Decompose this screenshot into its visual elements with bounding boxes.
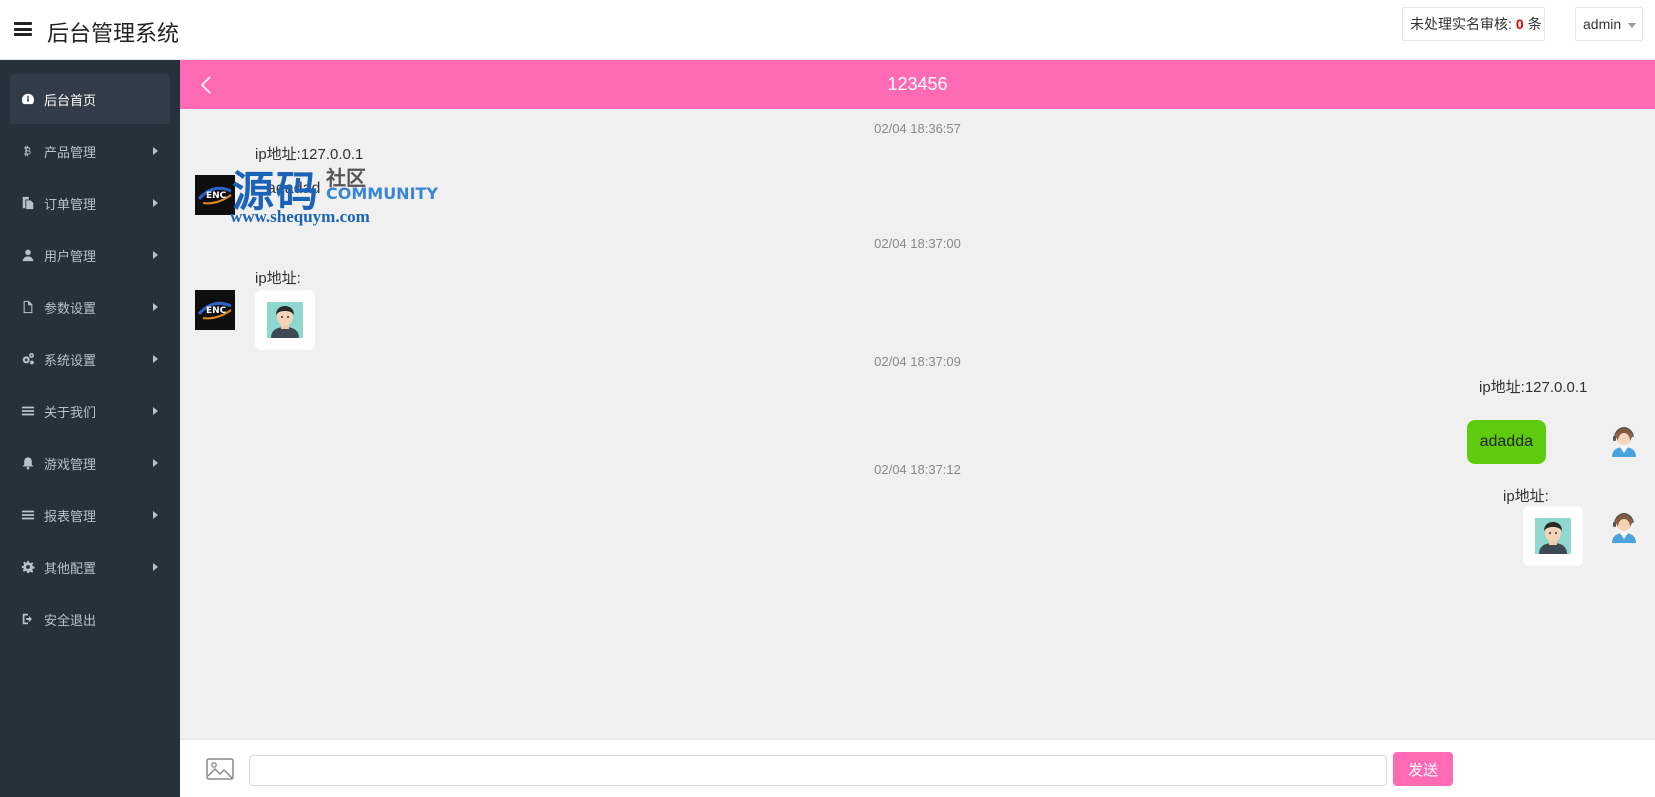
chat-title: 123456 — [887, 74, 948, 94]
chat-header: 123456 — [180, 60, 1655, 109]
message-bubble: adadda — [1466, 420, 1546, 464]
sidebar-item-users[interactable]: 用户管理 — [10, 230, 170, 280]
chevron-right-icon — [153, 303, 158, 311]
user-icon — [20, 247, 36, 263]
list-icon — [20, 507, 36, 523]
pending-verification-badge[interactable]: 未处理实名审核: 0 条 — [1402, 7, 1545, 41]
chevron-down-icon — [1628, 23, 1636, 28]
bell-icon — [20, 455, 36, 471]
chevron-right-icon — [153, 199, 158, 207]
message-timestamp: 02/04 18:37:09 — [874, 354, 961, 369]
pending-label: 未处理实名审核: — [1410, 16, 1512, 32]
pending-count: 0 — [1515, 16, 1524, 32]
sidebar-item-label: 报表管理 — [44, 508, 97, 524]
sidebar-item-label: 产品管理 — [44, 144, 97, 160]
app-title: 后台管理系统 — [47, 21, 180, 46]
copy-icon — [20, 195, 36, 211]
gears-icon — [20, 351, 36, 367]
watermark-community: COMMUNITY — [326, 184, 439, 203]
sidebar-item-label: 其他配置 — [44, 560, 97, 576]
svg-text:ENC: ENC — [206, 306, 227, 316]
user-name: admin — [1583, 16, 1622, 32]
sidebar-item-params[interactable]: 参数设置 — [10, 282, 170, 332]
sidebar-item-label: 后台首页 — [44, 92, 97, 108]
top-header: 后台管理系统 未处理实名审核: 0 条 admin — [0, 0, 1655, 60]
sidebar-item-system[interactable]: 系统设置 — [10, 334, 170, 384]
sidebar-item-label: 游戏管理 — [44, 456, 97, 472]
chevron-right-icon — [153, 459, 158, 467]
bitcoin-icon — [20, 143, 36, 159]
sidebar-item-reports[interactable]: 报表管理 — [10, 490, 170, 540]
chevron-right-icon — [153, 407, 158, 415]
watermark-url: www.shequym.com — [230, 207, 370, 226]
dashboard-icon — [20, 91, 36, 107]
image-message[interactable] — [1523, 506, 1583, 566]
user-avatar: ENC — [195, 290, 235, 330]
send-button[interactable]: 发送 — [1393, 752, 1453, 786]
sidebar-item-about[interactable]: 关于我们 — [10, 386, 170, 436]
message-timestamp: 02/04 18:37:00 — [874, 236, 961, 251]
sidebar-item-logout[interactable]: 安全退出 — [10, 594, 170, 644]
chevron-right-icon — [153, 355, 158, 363]
sender-ip: ip地址: — [255, 270, 301, 287]
support-avatar — [1609, 511, 1639, 543]
chevron-right-icon — [153, 563, 158, 571]
sidebar-item-dashboard[interactable]: 后台首页 — [10, 74, 170, 124]
menu-toggle-icon[interactable] — [14, 22, 32, 36]
support-avatar — [1609, 425, 1639, 457]
pending-unit: 条 — [1527, 16, 1542, 32]
message-timestamp: 02/04 18:36:57 — [874, 121, 961, 136]
sidebar-item-label: 参数设置 — [44, 300, 97, 316]
man-avatar-image — [267, 302, 303, 338]
chevron-right-icon — [153, 511, 158, 519]
man-avatar-image — [1535, 518, 1571, 554]
list-icon — [20, 403, 36, 419]
sidebar-item-orders[interactable]: 订单管理 — [10, 178, 170, 228]
chat-messages: 02/04 18:36:57 ENC ip地址:127.0.0.1 adadad… — [180, 109, 1655, 739]
file-icon — [20, 299, 36, 315]
sidebar-item-label: 关于我们 — [44, 404, 97, 420]
image-upload-icon[interactable] — [206, 757, 234, 781]
image-message[interactable] — [255, 290, 315, 350]
sidebar-item-label: 用户管理 — [44, 248, 97, 264]
sign-out-icon — [20, 611, 36, 627]
gear-icon — [20, 559, 36, 575]
message-input[interactable] — [249, 755, 1387, 786]
user-avatar: ENC — [195, 175, 235, 215]
message-timestamp: 02/04 18:37:12 — [874, 462, 961, 477]
sidebar: 后台首页 产品管理 订单管理 用户管理 参数设置 系统设置 关于我们 游戏管理 … — [0, 60, 180, 797]
sidebar-item-label: 订单管理 — [44, 196, 97, 212]
user-dropdown[interactable]: admin — [1575, 7, 1643, 41]
svg-text:ENC: ENC — [206, 191, 227, 201]
sidebar-item-label: 系统设置 — [44, 352, 97, 368]
message-input-bar: 发送 — [180, 739, 1655, 797]
chevron-right-icon — [153, 251, 158, 259]
sidebar-item-other-config[interactable]: 其他配置 — [10, 542, 170, 592]
chevron-right-icon — [153, 147, 158, 155]
sidebar-item-products[interactable]: 产品管理 — [10, 126, 170, 176]
sidebar-item-games[interactable]: 游戏管理 — [10, 438, 170, 488]
sender-ip: ip地址:127.0.0.1 — [1479, 379, 1588, 396]
sidebar-item-label: 安全退出 — [44, 612, 97, 628]
sender-ip: ip地址: — [1503, 488, 1549, 505]
